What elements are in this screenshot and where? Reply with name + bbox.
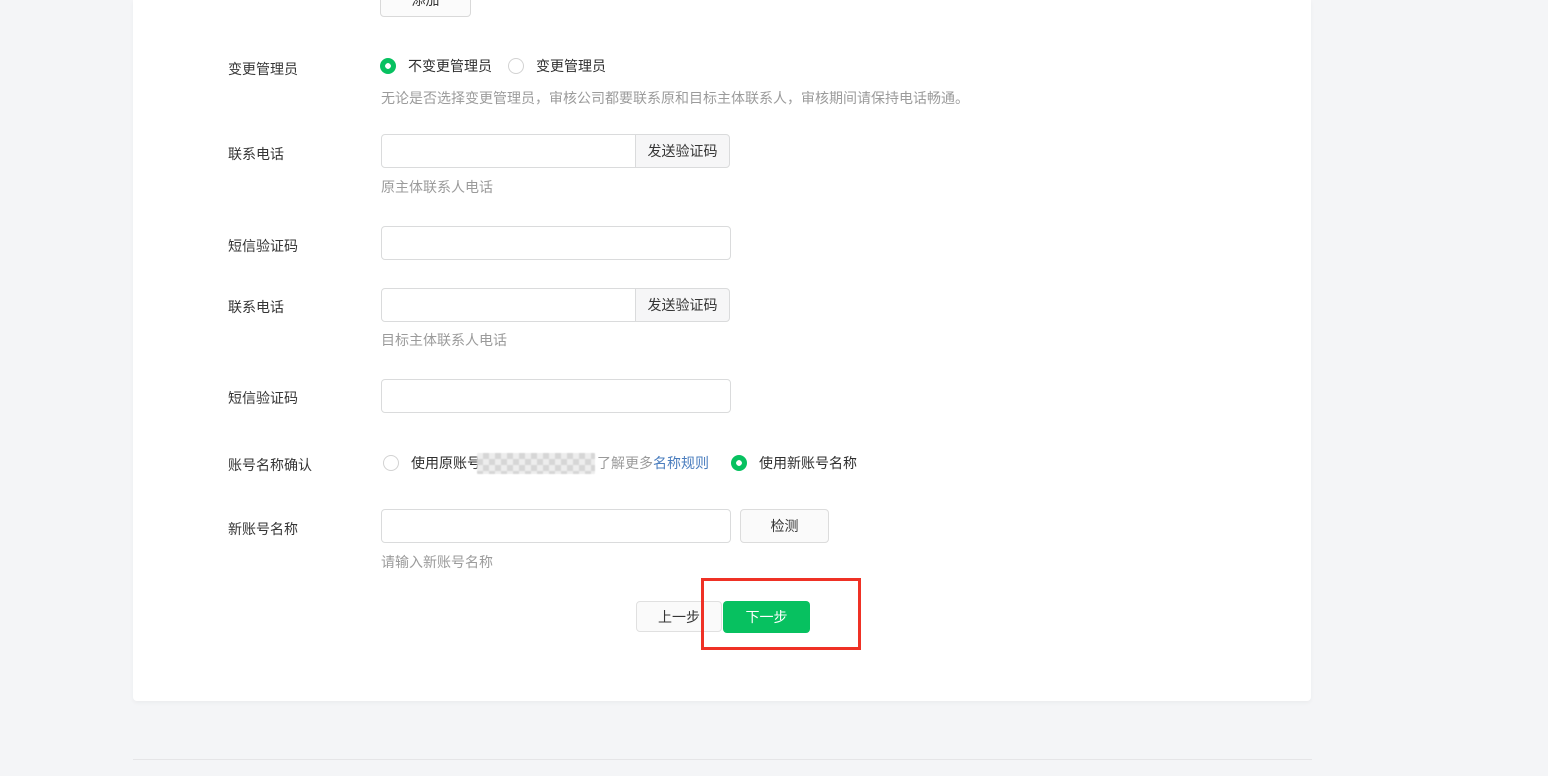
account-name-radio-group: 使用原账号名称 了解更多 名称规则 使用新账号名称 bbox=[383, 452, 857, 474]
add-button[interactable]: 添加 bbox=[380, 0, 471, 17]
page-background: { "form": { "add_button": "添加", "admin_c… bbox=[0, 0, 1548, 776]
footer-divider bbox=[133, 759, 1312, 760]
admin-change-help: 无论是否选择变更管理员，审核公司都要联系原和目标主体联系人，审核期间请保持电话畅… bbox=[381, 89, 969, 107]
name-rules-link[interactable]: 名称规则 bbox=[653, 453, 709, 473]
phone-original-input[interactable] bbox=[381, 134, 636, 168]
phone-original-helper: 原主体联系人电话 bbox=[381, 178, 493, 196]
radio-no-change-admin-label[interactable]: 不变更管理员 bbox=[408, 56, 492, 76]
phone-original-label: 联系电话 bbox=[228, 145, 378, 163]
send-code-original-button[interactable]: 发送验证码 bbox=[635, 134, 730, 168]
radio-change-admin[interactable] bbox=[508, 58, 524, 74]
new-account-name-helper: 请输入新账号名称 bbox=[381, 553, 493, 571]
check-name-button[interactable]: 检测 bbox=[740, 509, 829, 543]
sms-target-label: 短信验证码 bbox=[228, 389, 378, 407]
phone-target-helper: 目标主体联系人电话 bbox=[381, 331, 507, 349]
form-panel: 添加 变更管理员 不变更管理员 变更管理员 无论是否选择变更管理员，审核公司都要… bbox=[133, 0, 1311, 701]
admin-change-radio-group: 不变更管理员 变更管理员 bbox=[380, 57, 606, 75]
prev-step-button[interactable]: 上一步 bbox=[636, 601, 722, 632]
phone-target-label: 联系电话 bbox=[228, 298, 378, 316]
send-code-target-button[interactable]: 发送验证码 bbox=[635, 288, 730, 322]
new-account-name-group: 检测 bbox=[381, 509, 829, 543]
sms-target-input[interactable] bbox=[381, 379, 731, 413]
new-account-name-input[interactable] bbox=[381, 509, 731, 543]
radio-no-change-admin[interactable] bbox=[380, 58, 396, 74]
sms-original-label: 短信验证码 bbox=[228, 237, 378, 255]
censored-account-name-mosaic bbox=[477, 453, 595, 474]
radio-use-new-name-label[interactable]: 使用新账号名称 bbox=[759, 453, 857, 473]
radio-use-new-name[interactable] bbox=[731, 455, 747, 471]
sms-original-input[interactable] bbox=[381, 226, 731, 260]
account-name-label: 账号名称确认 bbox=[228, 456, 378, 474]
radio-change-admin-label[interactable]: 变更管理员 bbox=[536, 56, 606, 76]
learn-more-text: 了解更多 bbox=[597, 453, 653, 473]
next-step-button[interactable]: 下一步 bbox=[723, 601, 810, 633]
radio-use-original-name[interactable] bbox=[383, 455, 399, 471]
phone-target-input[interactable] bbox=[381, 288, 636, 322]
phone-target-group: 发送验证码 bbox=[381, 288, 730, 322]
new-account-name-label: 新账号名称 bbox=[228, 520, 378, 538]
phone-original-group: 发送验证码 bbox=[381, 134, 730, 168]
admin-change-label: 变更管理员 bbox=[228, 60, 378, 78]
